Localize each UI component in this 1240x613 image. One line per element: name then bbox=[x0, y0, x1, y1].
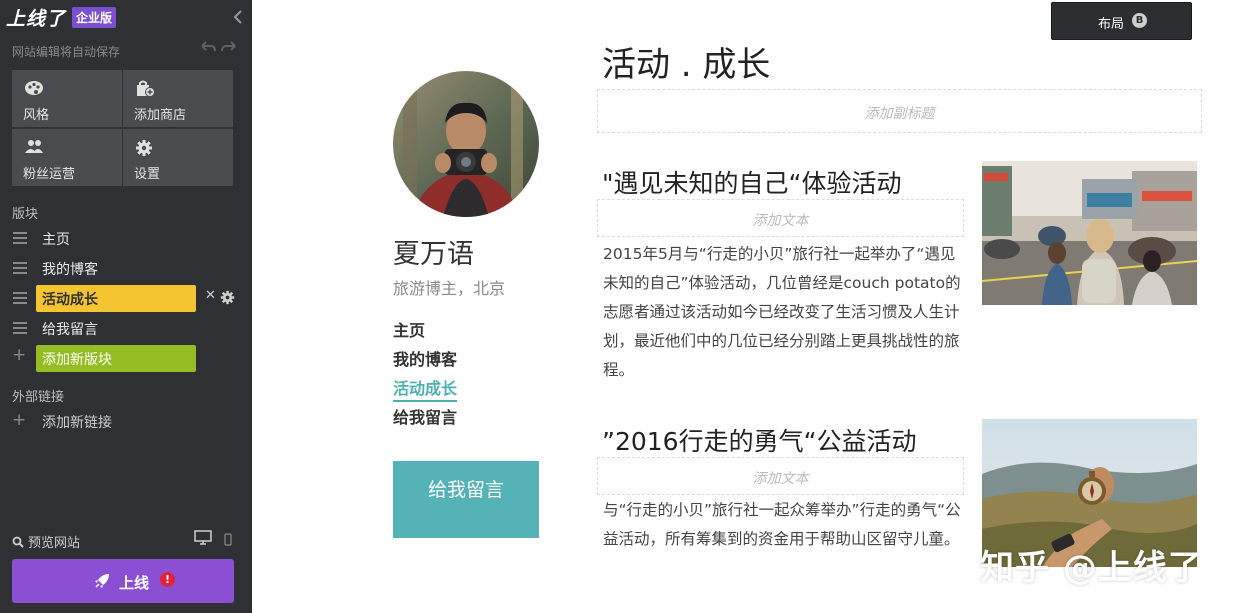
close-icon[interactable]: ✕ bbox=[205, 288, 216, 303]
post-body[interactable]: 与“行走的小贝”旅行社一起众筹举办”行走的勇气“公益活动，所有筹集到的资金用于帮… bbox=[603, 496, 965, 554]
tile-label: 添加商店 bbox=[134, 108, 187, 123]
profile-name[interactable]: 夏万语 bbox=[393, 232, 474, 271]
post-image-street[interactable] bbox=[982, 161, 1197, 305]
fans-tile[interactable]: 粉丝运营 bbox=[12, 129, 122, 186]
preview-site-link[interactable]: 预览网站 bbox=[12, 532, 80, 551]
brand-logo: 上线了 bbox=[6, 7, 67, 30]
style-tile[interactable]: 风格 bbox=[12, 70, 122, 127]
section-item-home[interactable]: 主页 bbox=[0, 225, 252, 251]
add-text-field[interactable]: 添加文本 bbox=[597, 199, 964, 237]
add-section-label: 添加新版块 bbox=[42, 352, 112, 368]
add-store-tile[interactable]: 添加商店 bbox=[123, 70, 233, 127]
post-title[interactable]: "遇见未知的自己“体验活动 bbox=[602, 164, 901, 200]
text-placeholder: 添加文本 bbox=[752, 471, 809, 487]
post-title[interactable]: ”2016行走的勇气“公益活动 bbox=[602, 422, 917, 458]
profile-subtitle[interactable]: 旅游博主，北京 bbox=[393, 275, 505, 299]
section-item-activity[interactable]: 活动成长 ✕ bbox=[0, 285, 252, 312]
tile-label: 设置 bbox=[134, 167, 161, 182]
site-nav-home[interactable]: 主页 bbox=[393, 317, 425, 341]
page-title[interactable]: 活动 . 成长 bbox=[602, 37, 770, 86]
plus-icon[interactable]: + bbox=[12, 410, 26, 430]
sections-title: 版块 bbox=[12, 207, 39, 222]
add-link-button[interactable]: 添加新链接 bbox=[42, 412, 112, 432]
watermark: 知乎 @上线了 bbox=[980, 548, 1203, 588]
layout-badge-icon: B bbox=[1132, 13, 1147, 28]
external-links-title: 外部链接 bbox=[12, 390, 65, 405]
section-active-highlight[interactable]: 活动成长 bbox=[36, 285, 196, 312]
desktop-view-icon[interactable] bbox=[194, 530, 212, 545]
add-section-button[interactable]: 添加新版块 bbox=[36, 345, 196, 372]
publish-button[interactable]: 上线 ! bbox=[12, 559, 234, 603]
publish-label: 上线 bbox=[119, 574, 150, 592]
avatar[interactable] bbox=[393, 71, 539, 217]
preview-label: 预览网站 bbox=[28, 536, 81, 551]
site-nav-activity[interactable]: 活动成长 bbox=[393, 375, 458, 402]
site-nav-message[interactable]: 给我留言 bbox=[393, 404, 457, 428]
tile-label: 粉丝运营 bbox=[23, 167, 76, 182]
plus-icon[interactable]: + bbox=[12, 345, 26, 365]
drag-handle-icon[interactable] bbox=[13, 322, 27, 334]
section-label: 我的博客 bbox=[42, 262, 98, 278]
drag-handle-icon[interactable] bbox=[13, 232, 27, 244]
layout-button[interactable]: 布局 B bbox=[1051, 2, 1192, 40]
mobile-view-icon[interactable] bbox=[224, 531, 232, 546]
subtitle-placeholder: 添加副标题 bbox=[864, 106, 935, 122]
post-body[interactable]: 2015年5月与“行走的小贝”旅行社一起举办了“遇见未知的自己”体验活动，几位曾… bbox=[603, 240, 965, 385]
layout-label: 布局 bbox=[1098, 17, 1125, 32]
rocket-icon bbox=[94, 573, 110, 589]
settings-tile[interactable]: 设置 bbox=[123, 129, 233, 186]
section-label: 给我留言 bbox=[42, 322, 98, 338]
section-label: 活动成长 bbox=[42, 292, 98, 308]
section-label: 主页 bbox=[42, 232, 70, 248]
palette-icon bbox=[24, 80, 44, 96]
store-bag-icon bbox=[135, 80, 155, 97]
undo-icon[interactable] bbox=[200, 41, 216, 57]
drag-handle-icon[interactable] bbox=[13, 292, 27, 304]
text-placeholder: 添加文本 bbox=[752, 213, 809, 229]
search-icon bbox=[12, 536, 24, 548]
gear-icon bbox=[135, 139, 155, 156]
gear-icon[interactable] bbox=[220, 290, 235, 305]
alert-icon: ! bbox=[160, 572, 175, 587]
leave-message-button[interactable]: 给我留言 bbox=[393, 461, 539, 538]
editor-sidebar: 上线了 企业版 网站编辑将自动保存 风格 添加商店 粉丝运营 设置 版块 主页 … bbox=[0, 0, 252, 613]
autosave-note: 网站编辑将自动保存 bbox=[12, 45, 121, 59]
tile-label: 风格 bbox=[23, 108, 50, 123]
drag-handle-icon[interactable] bbox=[13, 262, 27, 274]
collapse-sidebar-icon[interactable] bbox=[232, 9, 244, 25]
users-icon bbox=[24, 139, 44, 155]
brand: 上线了 企业版 bbox=[6, 5, 117, 30]
add-subtitle-field[interactable]: 添加副标题 bbox=[597, 89, 1202, 133]
add-text-field[interactable]: 添加文本 bbox=[597, 457, 964, 495]
section-item-blog[interactable]: 我的博客 bbox=[0, 255, 252, 281]
site-nav-blog[interactable]: 我的博客 bbox=[393, 346, 457, 370]
redo-icon[interactable] bbox=[221, 41, 237, 57]
edition-badge: 企业版 bbox=[72, 6, 117, 28]
section-item-message[interactable]: 给我留言 bbox=[0, 315, 252, 341]
